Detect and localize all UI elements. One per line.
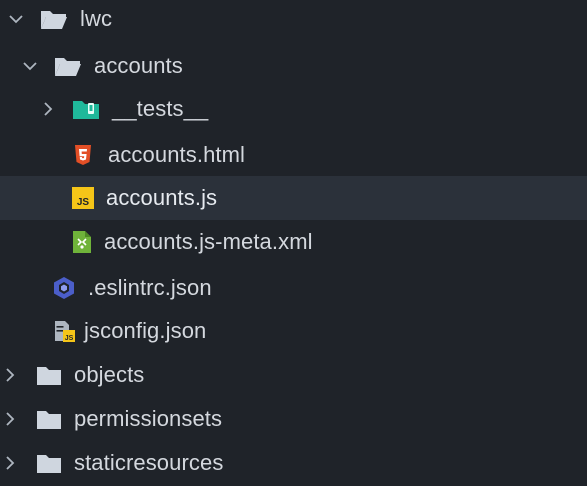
tree-file-accounts-js[interactable]: JS accounts.js [0, 176, 587, 220]
tree-folder-label: __tests__ [112, 96, 209, 121]
tree-folder-accounts[interactable]: accounts [0, 44, 587, 88]
folder-icon [36, 408, 62, 430]
tree-folder-tests[interactable]: __tests__ [0, 87, 587, 131]
chevron-right-icon[interactable] [0, 453, 20, 473]
tree-folder-label: objects [74, 362, 145, 387]
tree-file-eslintrc[interactable]: .eslintrc.json [0, 266, 587, 310]
svg-text:JS: JS [65, 335, 74, 342]
chevron-down-icon[interactable] [20, 56, 40, 76]
folder-icon [36, 364, 62, 386]
html5-icon [74, 144, 92, 166]
svg-text:JS: JS [77, 197, 90, 208]
folder-icon [36, 452, 62, 474]
tree-file-label: accounts.js-meta.xml [104, 229, 313, 254]
eslint-icon [52, 276, 76, 300]
tree-file-jsconfig[interactable]: JS jsconfig.json [0, 309, 587, 353]
tree-file-label: .eslintrc.json [88, 275, 212, 300]
javascript-icon: JS [72, 187, 94, 209]
tree-folder-label: accounts [94, 53, 183, 78]
tree-file-label: accounts.html [108, 142, 246, 167]
tree-file-accounts-html[interactable]: accounts.html [0, 133, 587, 177]
xml-file-icon [72, 230, 92, 254]
tree-file-label: jsconfig.json [84, 318, 207, 343]
tree-folder-label: lwc [80, 6, 113, 31]
file-explorer: lwc accounts __tests__ accounts.html JS … [0, 0, 587, 486]
chevron-right-icon[interactable] [0, 409, 20, 429]
jsconfig-icon: JS [54, 319, 76, 343]
tree-file-label: accounts.js [106, 185, 218, 210]
tree-file-accounts-meta-xml[interactable]: accounts.js-meta.xml [0, 220, 587, 264]
tree-folder-label: staticresources [74, 450, 224, 475]
tree-folder-staticresources[interactable]: staticresources [0, 441, 587, 485]
chevron-right-icon[interactable] [0, 365, 20, 385]
test-folder-icon [72, 98, 100, 120]
tree-folder-label: permissionsets [74, 406, 223, 431]
tree-folder-objects[interactable]: objects [0, 353, 587, 397]
tree-folder-lwc[interactable]: lwc [0, 0, 587, 41]
tree-folder-permissionsets[interactable]: permissionsets [0, 397, 587, 441]
folder-open-icon [40, 8, 68, 30]
chevron-down-icon[interactable] [6, 9, 26, 29]
chevron-right-icon[interactable] [38, 99, 58, 119]
folder-open-icon [54, 55, 82, 77]
